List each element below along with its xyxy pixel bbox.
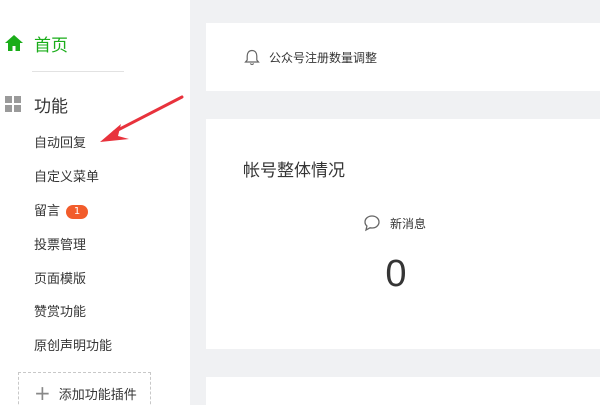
sidebar: 首页 功能 自动回复 自定义菜单 留言 1 投票管理 页面模版 赞赏功能 原创声… [0, 0, 190, 405]
new-messages-count: 0 [385, 253, 407, 295]
sidebar-item-comments[interactable]: 留言 1 [34, 202, 89, 222]
card-title: 帐号整体情况 [243, 161, 345, 181]
grid-icon [5, 96, 21, 112]
sidebar-section-functions: 功能 [5, 92, 68, 117]
notice-link[interactable]: 公众号注册数量调整 [244, 49, 377, 66]
new-messages-label: 新消息 [390, 216, 427, 231]
sidebar-item-page-templates[interactable]: 页面模版 [34, 270, 86, 290]
home-icon [5, 35, 23, 51]
account-overview-card: 帐号整体情况 新消息 0 [206, 119, 600, 349]
notice-text: 公众号注册数量调整 [269, 51, 378, 65]
add-plugin-button[interactable]: + 添加功能插件 [18, 372, 151, 405]
comments-count-badge: 1 [66, 205, 89, 219]
sidebar-item-label: 原创声明功能 [34, 339, 113, 354]
sidebar-item-label: 自动回复 [34, 136, 87, 151]
sidebar-item-rewards[interactable]: 赞赏功能 [34, 303, 86, 323]
sidebar-item-votes[interactable]: 投票管理 [34, 236, 86, 256]
home-label: 首页 [34, 35, 68, 56]
plus-icon: + [34, 381, 51, 405]
sidebar-item-label: 自定义菜单 [34, 170, 100, 185]
sidebar-item-custom-menu[interactable]: 自定义菜单 [34, 168, 99, 188]
sidebar-divider [32, 71, 124, 72]
new-messages-link[interactable]: 新消息 [363, 214, 426, 232]
sidebar-item-auto-reply[interactable]: 自动回复 [34, 134, 86, 154]
sidebar-item-label: 留言 [34, 204, 61, 219]
sidebar-item-label: 页面模版 [34, 272, 87, 287]
bottom-card [206, 377, 600, 405]
sidebar-item-original-declaration[interactable]: 原创声明功能 [34, 337, 112, 357]
add-plugin-label: 添加功能插件 [58, 387, 137, 403]
sidebar-item-label: 赞赏功能 [34, 305, 87, 320]
chat-icon [364, 215, 380, 232]
notice-card: 公众号注册数量调整 [206, 23, 600, 91]
sidebar-item-home[interactable]: 首页 [4, 30, 68, 56]
section-label: 功能 [34, 96, 68, 117]
bell-icon [244, 49, 260, 66]
sidebar-item-label: 投票管理 [34, 238, 87, 253]
